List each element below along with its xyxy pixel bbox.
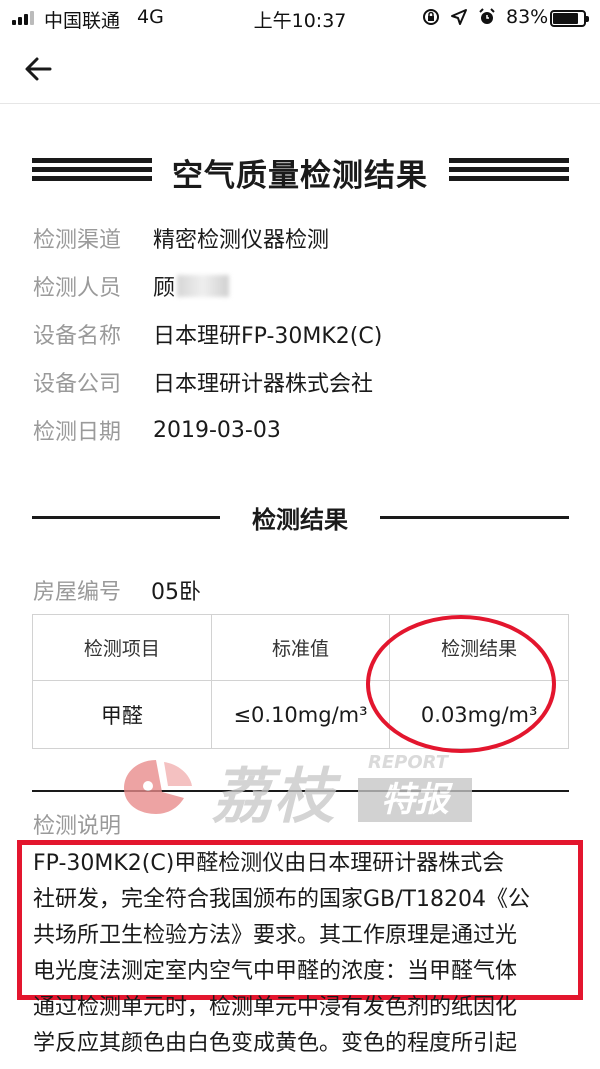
table-header: 标准值 [210, 614, 391, 681]
description-line: FP-30MK2(C)甲醛检测仪由日本理研计器株式会 [33, 851, 505, 876]
info-value: 日本理研FP-30MK2(C) [153, 324, 383, 349]
page-title: 空气质量检测结果 [172, 158, 428, 194]
status-bar: 中国联通 4G 上午10:37 83% [0, 0, 600, 36]
description-line: 社研发，完全符合我国颁布的国家GB/T18204《公 [33, 887, 530, 912]
watermark-brand: 荔枝 [212, 762, 336, 832]
info-label: 检测日期 [33, 420, 122, 445]
info-label: 设备公司 [33, 372, 122, 397]
nav-bar [0, 36, 600, 104]
report-title-row: 空气质量检测结果 [0, 150, 600, 194]
description-line: 共场所卫生检验方法》要求。其工作原理是通过光 [33, 923, 518, 948]
highlight-circle [366, 615, 556, 753]
info-value: 顾 [153, 276, 176, 301]
room-value: 05卧 [151, 580, 201, 605]
battery-percent: 83% [506, 6, 549, 28]
watermark-report: REPORT [368, 752, 448, 773]
status-icons [422, 8, 496, 26]
table-cell-item: 甲醛 [32, 680, 212, 749]
section-title: 检测结果 [252, 506, 348, 534]
description-text: FP-30MK2(C)甲醛检测仪由日本理研计器株式会 社研发，完全符合我国颁布的… [33, 846, 573, 1062]
litchi-logo-icon [124, 760, 192, 814]
description-line: 通过检测单元时，检测单元中浸有发色剂的纸因化 [33, 995, 518, 1020]
title-decoration-left [32, 158, 152, 186]
description-line: 学反应其颜色由白色变成黄色。变色的程度所引起 [33, 1031, 518, 1056]
table-cell-standard: ≤0.10mg/m³ [210, 680, 391, 749]
info-value: 精密检测仪器检测 [153, 228, 330, 253]
info-label: 检测渠道 [33, 228, 122, 253]
description-label: 检测说明 [33, 814, 122, 839]
info-value: 2019-03-03 [153, 417, 281, 443]
info-row-channel: 检测渠道 精密检测仪器检测 [33, 222, 329, 254]
info-row-device-company: 设备公司 日本理研计器株式会社 [33, 366, 373, 398]
battery-icon [550, 10, 589, 27]
watermark: 荔枝 REPORT 特报 [118, 748, 478, 832]
table-header: 检测项目 [32, 614, 212, 681]
redacted-name [177, 275, 230, 297]
lock-rotation-icon [423, 9, 439, 25]
section-line-right [380, 516, 569, 519]
arrow-left-icon[interactable] [22, 52, 56, 86]
title-decoration-right [449, 158, 569, 186]
info-row-date: 检测日期 2019-03-03 [33, 414, 281, 446]
info-row-inspector: 检测人员 顾 [33, 270, 230, 302]
room-label: 房屋编号 [33, 580, 122, 605]
room-row: 房屋编号 05卧 [33, 574, 201, 606]
section-line-left [32, 516, 220, 519]
info-label: 检测人员 [33, 276, 122, 301]
location-arrow-icon [451, 9, 467, 25]
info-value: 日本理研计器株式会社 [153, 372, 374, 397]
alarm-icon [479, 8, 495, 24]
info-label: 设备名称 [33, 324, 122, 349]
info-row-device-name: 设备名称 日本理研FP-30MK2(C) [33, 318, 382, 350]
section-header: 检测结果 [0, 500, 600, 536]
description-line: 电光度法测定室内空气中甲醛的浓度：当甲醛气体 [33, 959, 518, 984]
watermark-special: 特报 [358, 778, 472, 822]
